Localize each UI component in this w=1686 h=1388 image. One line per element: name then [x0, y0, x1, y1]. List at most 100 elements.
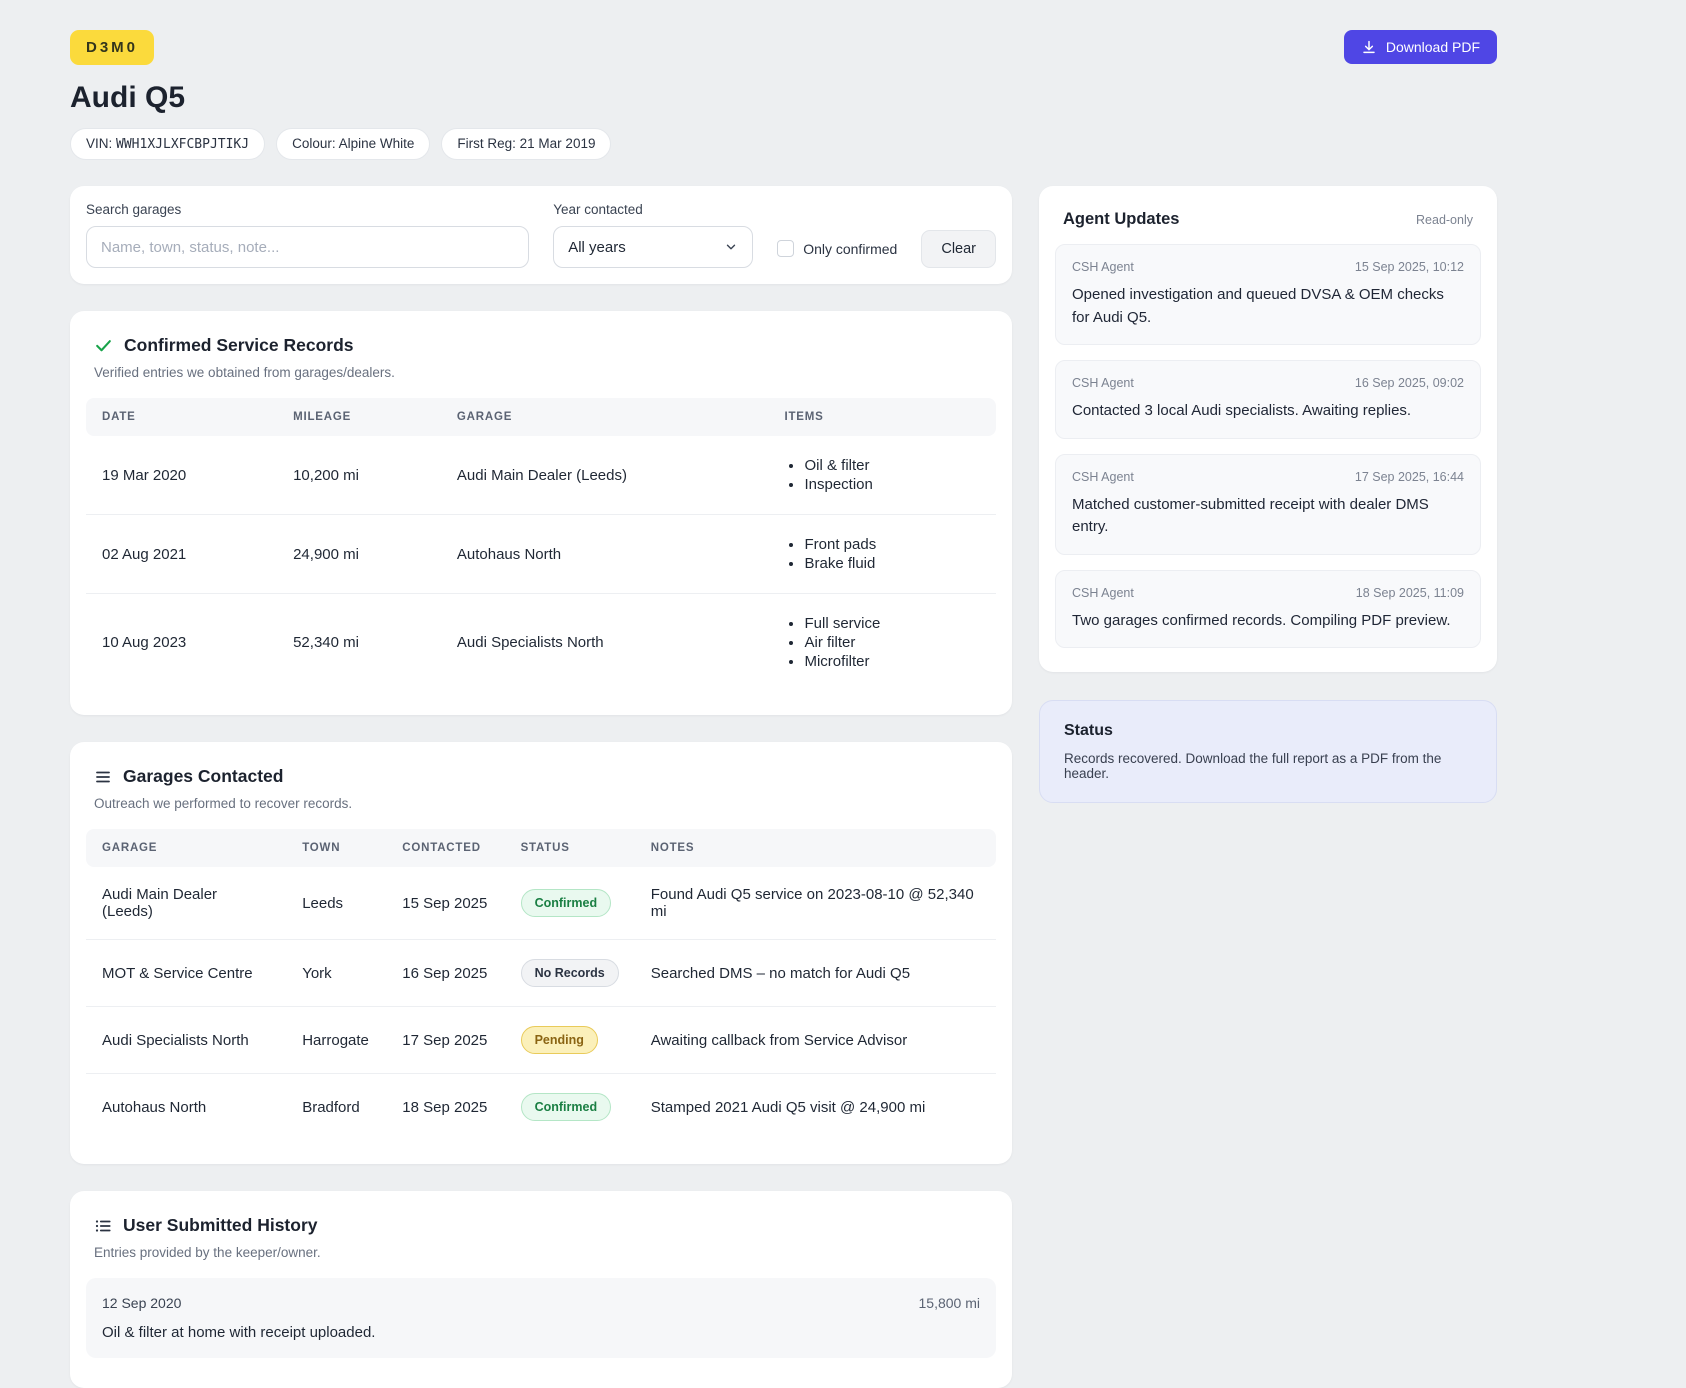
agent-updates-title: Agent Updates: [1063, 210, 1179, 229]
status-badge: No Records: [521, 959, 619, 987]
page-title: Audi Q5: [70, 81, 1497, 115]
download-pdf-button[interactable]: Download PDF: [1344, 30, 1497, 64]
agent-update-item: CSH Agent 18 Sep 2025, 11:09 Two garages…: [1055, 570, 1481, 649]
agent-update-item: CSH Agent 17 Sep 2025, 16:44 Matched cus…: [1055, 454, 1481, 555]
table-row: Audi Main Dealer (Leeds) Leeds 15 Sep 20…: [86, 867, 996, 940]
record-items: Full service Air filter Microfilter: [784, 615, 980, 670]
col-items: Items: [768, 398, 996, 436]
garages-contacted-card: Garages Contacted Outreach we performed …: [70, 742, 1012, 1164]
sidebar: Agent Updates Read-only CSH Agent 15 Sep…: [1039, 186, 1497, 803]
update-timestamp: 15 Sep 2025, 10:12: [1355, 260, 1464, 274]
record-item: Oil & filter: [804, 457, 980, 474]
update-text: Contacted 3 local Audi specialists. Awai…: [1072, 400, 1464, 423]
update-text: Opened investigation and queued DVSA & O…: [1072, 284, 1464, 329]
vehicle-chips: VIN: WWH1XJLXFCBPJTIKJ Colour: Alpine Wh…: [70, 128, 1497, 160]
record-items: Oil & filter Inspection: [784, 457, 980, 493]
garage-town: Harrogate: [286, 1007, 386, 1074]
garages-contacted-subtitle: Outreach we performed to recover records…: [86, 796, 996, 811]
record-items: Front pads Brake fluid: [784, 536, 980, 572]
status-badge: Confirmed: [521, 1093, 612, 1121]
status-text: Records recovered. Download the full rep…: [1056, 751, 1480, 781]
table-header-row: Date Mileage Garage Items: [86, 398, 996, 436]
agent-update-item: CSH Agent 15 Sep 2025, 10:12 Opened inve…: [1055, 244, 1481, 345]
record-item: Brake fluid: [804, 555, 980, 572]
vin-chip: VIN: WWH1XJLXFCBPJTIKJ: [70, 128, 265, 160]
confirmed-records-card: Confirmed Service Records Verified entri…: [70, 311, 1012, 715]
search-input[interactable]: [86, 226, 529, 268]
search-garages-label: Search garages: [86, 202, 529, 217]
update-timestamp: 17 Sep 2025, 16:44: [1355, 470, 1464, 484]
year-contacted-label: Year contacted: [553, 202, 753, 217]
confirmed-records-subtitle: Verified entries we obtained from garage…: [86, 365, 996, 380]
garage-town: Leeds: [286, 867, 386, 940]
update-timestamp: 16 Sep 2025, 09:02: [1355, 376, 1464, 390]
agent-updates-card: Agent Updates Read-only CSH Agent 15 Sep…: [1039, 186, 1497, 672]
main-column: Search garages Year contacted All years …: [70, 186, 1012, 1388]
record-mileage: 52,340 mi: [277, 594, 441, 692]
record-garage: Autohaus North: [441, 515, 769, 594]
confirmed-records-title: Confirmed Service Records: [124, 335, 354, 356]
year-select[interactable]: All years: [553, 226, 753, 268]
col-date: Date: [86, 398, 277, 436]
update-text: Two garages confirmed records. Compiling…: [1072, 610, 1464, 633]
table-row: Audi Specialists North Harrogate 17 Sep …: [86, 1007, 996, 1074]
garage-name: Autohaus North: [86, 1074, 286, 1141]
record-item: Inspection: [804, 476, 980, 493]
only-confirmed-label: Only confirmed: [803, 241, 897, 257]
page-header: D3M0 Download PDF: [70, 30, 1497, 65]
record-item: Full service: [804, 615, 980, 632]
col-contacted: Contacted: [386, 829, 504, 867]
table-row: 10 Aug 2023 52,340 mi Audi Specialists N…: [86, 594, 996, 692]
col-status: Status: [505, 829, 635, 867]
col-notes: Notes: [635, 829, 996, 867]
table-header-row: Garage Town Contacted Status Notes: [86, 829, 996, 867]
first-reg-chip: First Reg: 21 Mar 2019: [441, 128, 611, 160]
update-timestamp: 18 Sep 2025, 11:09: [1356, 586, 1464, 600]
table-row: 19 Mar 2020 10,200 mi Audi Main Dealer (…: [86, 436, 996, 515]
garage-name: Audi Main Dealer (Leeds): [86, 867, 286, 940]
download-icon: [1361, 39, 1377, 55]
garage-town: Bradford: [286, 1074, 386, 1141]
menu-icon: [94, 768, 112, 786]
garage-contacted: 17 Sep 2025: [386, 1007, 504, 1074]
garage-town: York: [286, 940, 386, 1007]
garage-notes: Stamped 2021 Audi Q5 visit @ 24,900 mi: [635, 1074, 996, 1141]
user-history-card: User Submitted History Entries provided …: [70, 1191, 1012, 1388]
garage-name: Audi Specialists North: [86, 1007, 286, 1074]
record-item: Microfilter: [804, 653, 980, 670]
year-field-group: Year contacted All years: [553, 202, 753, 268]
table-row: 02 Aug 2021 24,900 mi Autohaus North Fro…: [86, 515, 996, 594]
garage-name: MOT & Service Centre: [86, 940, 286, 1007]
entry-note: Oil & filter at home with receipt upload…: [102, 1324, 980, 1341]
garage-contacted: 18 Sep 2025: [386, 1074, 504, 1141]
entry-mileage: 15,800 mi: [919, 1295, 980, 1311]
user-history-title: User Submitted History: [123, 1215, 317, 1236]
only-confirmed-checkbox[interactable]: [777, 240, 794, 257]
garage-notes: Searched DMS – no match for Audi Q5: [635, 940, 996, 1007]
list-icon: [94, 1217, 112, 1235]
agent-name: CSH Agent: [1072, 586, 1134, 600]
confirmed-records-table: Date Mileage Garage Items 19 Mar 2020 10…: [86, 398, 996, 691]
status-badge: Confirmed: [521, 889, 612, 917]
record-mileage: 10,200 mi: [277, 436, 441, 515]
year-select-value: All years: [568, 239, 626, 256]
col-garage: Garage: [441, 398, 769, 436]
check-icon: [94, 336, 113, 355]
clear-button[interactable]: Clear: [921, 230, 996, 268]
status-title: Status: [1056, 722, 1480, 740]
record-item: Front pads: [804, 536, 980, 553]
vin-label: VIN:: [86, 136, 112, 151]
search-field-group: Search garages: [86, 202, 529, 268]
entry-date: 12 Sep 2020: [102, 1295, 181, 1311]
record-date: 02 Aug 2021: [86, 515, 277, 594]
agent-name: CSH Agent: [1072, 260, 1134, 274]
download-pdf-label: Download PDF: [1386, 39, 1480, 55]
only-confirmed-toggle[interactable]: Only confirmed: [777, 240, 897, 257]
record-garage: Audi Main Dealer (Leeds): [441, 436, 769, 515]
readonly-tag: Read-only: [1416, 213, 1473, 227]
garages-contacted-title: Garages Contacted: [123, 766, 283, 787]
user-history-subtitle: Entries provided by the keeper/owner.: [86, 1245, 996, 1260]
agent-name: CSH Agent: [1072, 470, 1134, 484]
garage-notes: Awaiting callback from Service Advisor: [635, 1007, 996, 1074]
record-date: 10 Aug 2023: [86, 594, 277, 692]
